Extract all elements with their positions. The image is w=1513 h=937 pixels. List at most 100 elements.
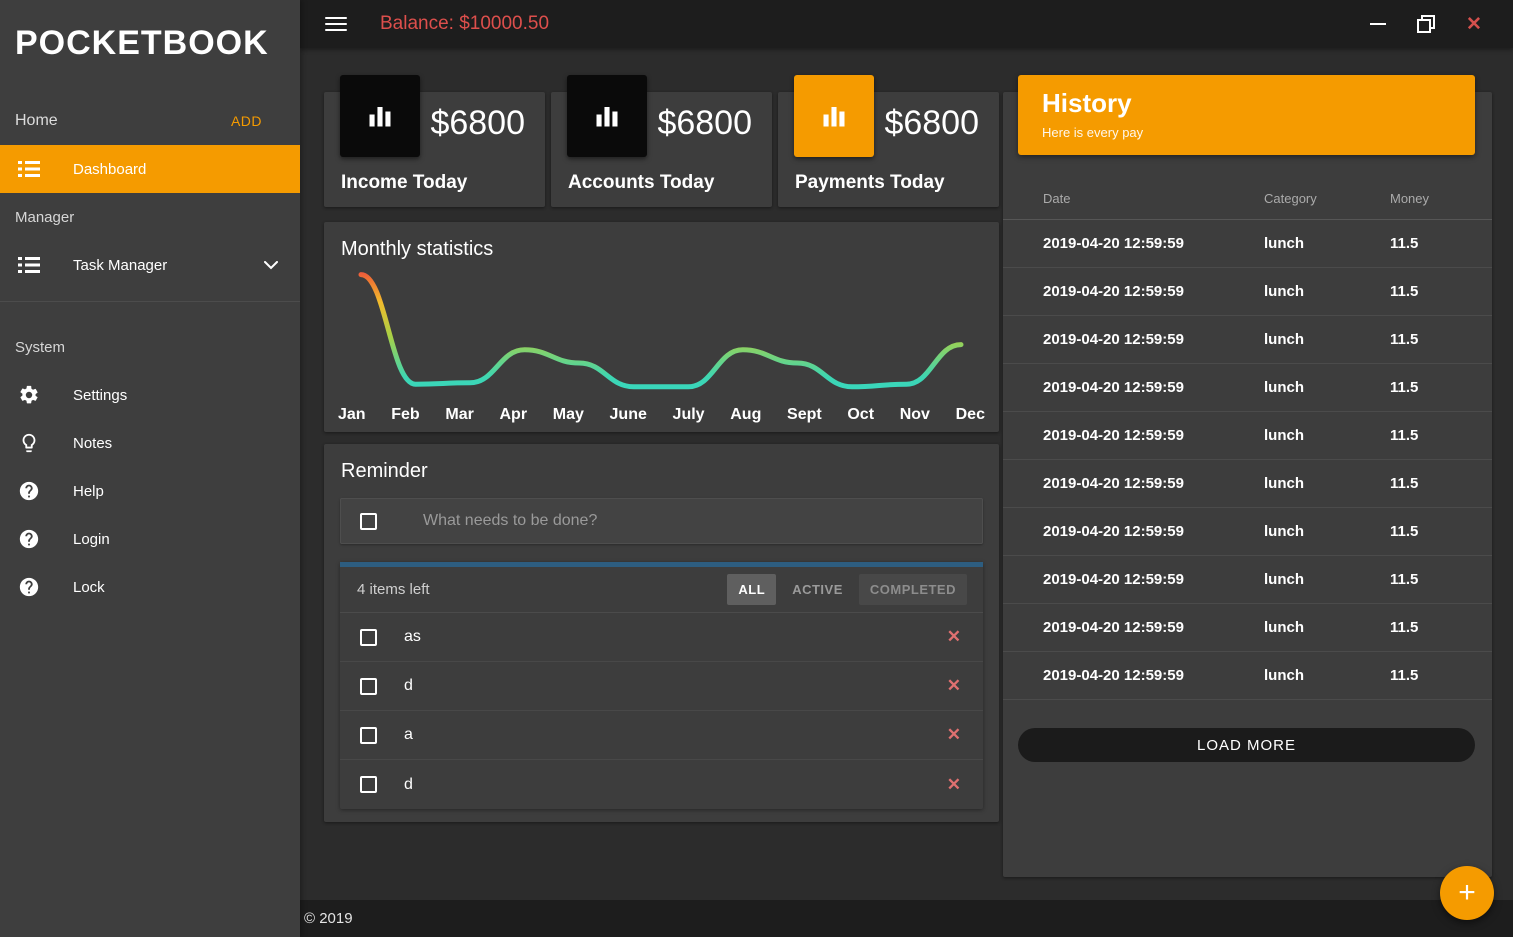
footer: © 2019 bbox=[300, 900, 1513, 937]
sidebar-item-notes[interactable]: Notes bbox=[0, 419, 300, 467]
filter-active-button[interactable]: ACTIVE bbox=[781, 574, 854, 605]
minimize-button[interactable] bbox=[1369, 15, 1387, 33]
income-label: Income Today bbox=[341, 172, 467, 194]
cell-money: 11.5 bbox=[1390, 331, 1492, 348]
cell-date: 2019-04-20 12:59:59 bbox=[1043, 475, 1264, 492]
sidebar-item-settings[interactable]: Settings bbox=[0, 371, 300, 419]
system-section-label: System bbox=[0, 323, 300, 371]
cell-money: 11.5 bbox=[1390, 523, 1492, 540]
month-label: Sept bbox=[787, 406, 822, 424]
month-label: Aug bbox=[730, 406, 761, 424]
restore-button[interactable] bbox=[1417, 15, 1435, 33]
accounts-amount: $6800 bbox=[657, 104, 752, 143]
month-label: July bbox=[673, 406, 705, 424]
chart-line bbox=[361, 275, 961, 387]
cell-category: lunch bbox=[1264, 619, 1390, 636]
stat-cards-row: $6800 Income Today $6800 Accounts Today … bbox=[324, 92, 999, 207]
copyright-label: © 2019 bbox=[300, 910, 353, 927]
home-row: Home ADD bbox=[0, 97, 300, 145]
history-subtitle: Here is every pay bbox=[1042, 125, 1451, 140]
todo-filters: ALL ACTIVE COMPLETED bbox=[727, 574, 967, 605]
list-icon bbox=[18, 256, 40, 274]
sidebar-item-help[interactable]: Help bbox=[0, 467, 300, 515]
history-header: History Here is every pay bbox=[1018, 75, 1475, 155]
plus-icon: + bbox=[1458, 876, 1476, 909]
sidebar: POCKETBOOK Home ADD Dashboard Manager Ta… bbox=[0, 0, 300, 937]
cell-date: 2019-04-20 12:59:59 bbox=[1043, 619, 1264, 636]
cell-money: 11.5 bbox=[1390, 283, 1492, 300]
table-row: 2019-04-20 12:59:59 lunch 11.5 bbox=[1003, 604, 1492, 652]
cell-category: lunch bbox=[1264, 427, 1390, 444]
table-row: 2019-04-20 12:59:59 lunch 11.5 bbox=[1003, 268, 1492, 316]
cell-category: lunch bbox=[1264, 331, 1390, 348]
list-icon bbox=[18, 160, 40, 178]
add-entry-fab[interactable]: + bbox=[1440, 866, 1494, 920]
sidebar-item-label: Dashboard bbox=[73, 161, 146, 178]
payments-icon-box bbox=[794, 75, 874, 157]
delete-todo-icon[interactable]: ✕ bbox=[947, 676, 961, 696]
todo-list-header: 4 items left ALL ACTIVE COMPLETED bbox=[340, 567, 983, 613]
topbar: Balance: $10000.50 ✕ bbox=[300, 0, 1513, 48]
monthly-statistics-panel: Monthly statistics JanFebMarAprMayJuneJu… bbox=[324, 222, 999, 432]
table-row: 2019-04-20 12:59:59 lunch 11.5 bbox=[1003, 364, 1492, 412]
cell-money: 11.5 bbox=[1390, 235, 1492, 252]
new-todo-input[interactable] bbox=[423, 512, 853, 530]
line-chart bbox=[324, 260, 999, 410]
sidebar-item-login[interactable]: Login bbox=[0, 515, 300, 563]
accounts-card: $6800 Accounts Today bbox=[551, 92, 772, 207]
todo-input-row bbox=[340, 498, 983, 544]
bar-chart-icon bbox=[589, 98, 625, 134]
lightbulb-icon bbox=[18, 431, 40, 455]
filter-all-button[interactable]: ALL bbox=[727, 574, 776, 605]
month-label: Feb bbox=[391, 406, 419, 424]
app-logo: POCKETBOOK bbox=[0, 0, 300, 73]
income-amount: $6800 bbox=[430, 104, 525, 143]
toggle-all-checkbox[interactable] bbox=[360, 513, 377, 530]
table-row: 2019-04-20 12:59:59 lunch 11.5 bbox=[1003, 220, 1492, 268]
sidebar-item-dashboard[interactable]: Dashboard bbox=[0, 145, 300, 193]
load-more-button[interactable]: LOAD MORE bbox=[1018, 728, 1475, 762]
todo-checkbox[interactable] bbox=[360, 629, 377, 646]
history-panel: History Here is every pay Date Category … bbox=[1003, 92, 1492, 877]
todo-text: d bbox=[404, 677, 413, 695]
menu-icon[interactable] bbox=[325, 13, 347, 35]
todo-checkbox[interactable] bbox=[360, 727, 377, 744]
column-date: Date bbox=[1043, 191, 1264, 206]
cell-category: lunch bbox=[1264, 475, 1390, 492]
sidebar-item-lock[interactable]: Lock bbox=[0, 563, 300, 611]
sidebar-item-task-manager[interactable]: Task Manager bbox=[0, 241, 300, 289]
month-label: Jan bbox=[338, 406, 366, 424]
cell-category: lunch bbox=[1264, 235, 1390, 252]
close-button[interactable]: ✕ bbox=[1465, 15, 1483, 33]
sidebar-item-label: Help bbox=[73, 483, 104, 500]
chevron-down-icon bbox=[264, 261, 278, 270]
column-category: Category bbox=[1264, 191, 1390, 206]
bar-chart-icon bbox=[816, 98, 852, 134]
cell-money: 11.5 bbox=[1390, 379, 1492, 396]
todo-items: as ✕ d ✕ a ✕ bbox=[340, 613, 983, 809]
add-link[interactable]: ADD bbox=[231, 113, 262, 129]
sidebar-item-label: Settings bbox=[73, 387, 127, 404]
gear-icon bbox=[18, 384, 40, 406]
income-icon-box bbox=[340, 75, 420, 157]
bar-chart-icon bbox=[362, 98, 398, 134]
sidebar-item-label: Lock bbox=[73, 579, 105, 596]
delete-todo-icon[interactable]: ✕ bbox=[947, 775, 961, 795]
payments-card: $6800 Payments Today bbox=[778, 92, 999, 207]
filter-completed-button[interactable]: COMPLETED bbox=[859, 574, 967, 605]
cell-category: lunch bbox=[1264, 667, 1390, 684]
todo-list: 4 items left ALL ACTIVE COMPLETED as ✕ bbox=[340, 562, 983, 809]
cell-date: 2019-04-20 12:59:59 bbox=[1043, 235, 1264, 252]
delete-todo-icon[interactable]: ✕ bbox=[947, 627, 961, 647]
payments-amount: $6800 bbox=[884, 104, 979, 143]
todo-checkbox[interactable] bbox=[360, 678, 377, 695]
todo-item: a ✕ bbox=[340, 711, 983, 760]
todo-checkbox[interactable] bbox=[360, 776, 377, 793]
cell-date: 2019-04-20 12:59:59 bbox=[1043, 379, 1264, 396]
delete-todo-icon[interactable]: ✕ bbox=[947, 725, 961, 745]
cell-money: 11.5 bbox=[1390, 571, 1492, 588]
column-money: Money bbox=[1390, 191, 1492, 206]
question-circle-icon bbox=[18, 480, 40, 502]
month-label: Oct bbox=[847, 406, 874, 424]
cell-date: 2019-04-20 12:59:59 bbox=[1043, 427, 1264, 444]
